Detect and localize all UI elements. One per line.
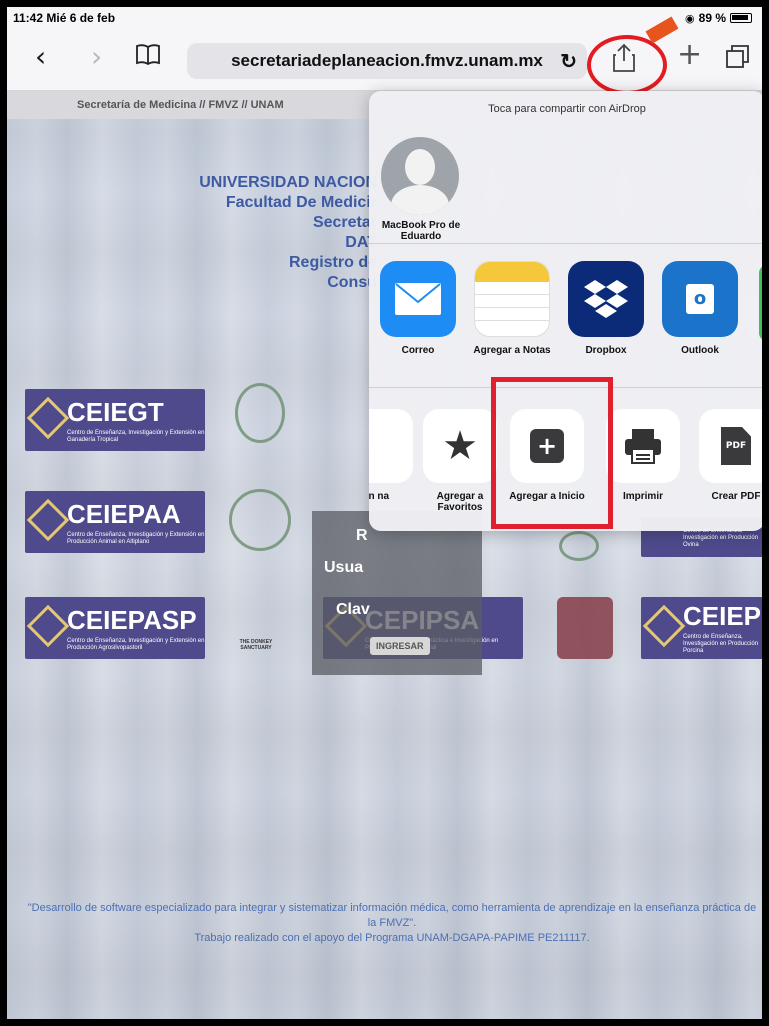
logo-ceiepaa[interactable]: CEIEPAA Centro de Enseñanza, Investigaci… (25, 491, 205, 553)
ingresar-button[interactable]: INGRESAR (370, 637, 430, 655)
status-time-date: 11:42 Mié 6 de feb (13, 11, 116, 25)
share-app-dropbox[interactable]: Dropbox (561, 261, 651, 356)
wifi-icon: ◉ (685, 11, 695, 25)
logo-mark-icon (642, 604, 686, 648)
parrot-hand-icon (235, 383, 285, 443)
star-icon: ★ (423, 409, 497, 483)
logo-ceiegt[interactable]: CEIEGT Centro de Enseñanza, Investigació… (25, 389, 205, 451)
airdrop-device[interactable]: MacBook Pro de Eduardo (381, 137, 461, 242)
mail-icon (380, 261, 456, 337)
outlook-icon: o (662, 261, 738, 337)
page-header-text: Secretaría de Medicina // FMVZ // UNAM (77, 99, 284, 111)
logo-mark-icon (26, 396, 70, 440)
agregar-inicio-highlight-box (491, 377, 613, 529)
logo-ceiepasp[interactable]: CEIEPASP Centro de Enseñanza, Investigac… (25, 597, 205, 659)
footer-text: "Desarrollo de software especializado pa… (27, 902, 757, 944)
avatar (381, 137, 459, 215)
logo-ceiep[interactable]: CEIEP Centro de Enseñanza, Investigación… (641, 597, 762, 659)
status-bar: 11:42 Mié 6 de feb ◉ 89 % (7, 7, 762, 29)
back-icon[interactable]: ‹ (35, 43, 46, 71)
deco-outline-icon (559, 531, 599, 561)
share-action-partial[interactable]: en na (369, 409, 421, 502)
airdrop-title: Toca para compartir con AirDrop (488, 103, 646, 115)
forward-icon[interactable]: › (91, 43, 102, 71)
share-app-partial[interactable] (759, 265, 762, 341)
status-right: ◉ 89 % (685, 11, 752, 25)
print-icon (606, 409, 680, 483)
share-app-notas[interactable]: Agregar a Notas (467, 261, 557, 356)
logo-mark-icon (26, 604, 70, 648)
address-bar[interactable]: secretariadeplaneacion.fmvz.unam.mx ↻ (187, 43, 587, 79)
pdf-icon: PDF (699, 409, 762, 483)
new-tab-icon[interactable]: + (677, 40, 702, 70)
notes-icon (474, 261, 550, 337)
donkey-sanctuary-logo: THE DONKEY SANCTUARY (239, 639, 273, 651)
share-action-crear-pdf[interactable]: PDF Crear PDF (691, 409, 762, 502)
reload-icon[interactable]: ↻ (560, 49, 577, 74)
university-title: UNIVERSIDAD NACION Facultad De Medicir S… (199, 174, 377, 291)
share-highlight-circle (587, 35, 667, 95)
battery-icon (730, 13, 752, 23)
share-app-correo[interactable]: Correo (373, 261, 463, 356)
share-app-outlook[interactable]: o Outlook (655, 261, 745, 356)
partial-icon (369, 409, 413, 483)
dropbox-icon (568, 261, 644, 337)
tabs-icon[interactable] (725, 43, 751, 74)
dog-icon (229, 489, 291, 551)
battery-percent: 89 % (698, 11, 726, 25)
divider (369, 243, 762, 244)
login-panel: R Usua Clav INGRESAR (312, 511, 482, 675)
logo-mark-icon (26, 498, 70, 542)
cross-logo-icon (557, 597, 613, 659)
browser-toolbar: ‹ › secretariadeplaneacion.fmvz.unam.mx … (7, 16, 762, 95)
bookmarks-icon[interactable] (135, 41, 161, 72)
screen-frame: 11:42 Mié 6 de feb ◉ 89 % ‹ › secretaria… (0, 0, 769, 1026)
url-text: secretariadeplaneacion.fmvz.unam.mx (231, 51, 543, 70)
